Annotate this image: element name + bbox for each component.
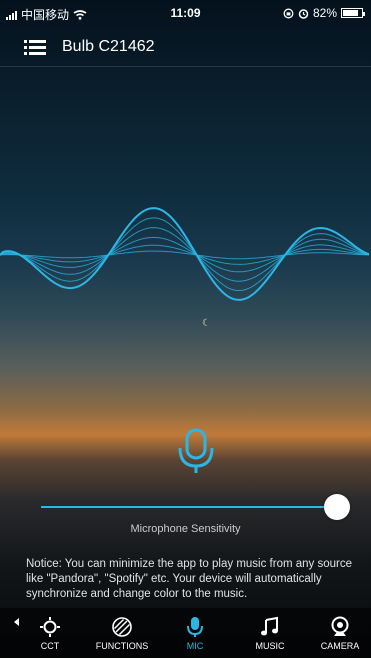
wave-line bbox=[0, 244, 370, 265]
mic-icon bbox=[187, 617, 203, 637]
wave-line bbox=[0, 236, 370, 273]
tab-mic[interactable]: MIC bbox=[162, 616, 228, 651]
tab-music[interactable]: MUSIC bbox=[237, 616, 303, 651]
wave-line bbox=[0, 250, 370, 260]
app-header: Bulb C21462 bbox=[0, 30, 371, 67]
moon-icon: ☾ bbox=[202, 318, 211, 329]
microphone-icon bbox=[178, 428, 214, 473]
tab-label: CCT bbox=[40, 641, 60, 651]
sensitivity-slider-track[interactable] bbox=[41, 506, 337, 508]
notice-text: Notice: You can minimize the app to play… bbox=[26, 558, 352, 600]
status-bar: 中国移动 11:09 82% bbox=[0, 0, 371, 26]
tab-label: CAMERA bbox=[320, 641, 360, 651]
alarm-icon bbox=[298, 8, 309, 19]
wave-line bbox=[0, 207, 370, 301]
sensitivity-slider-thumb[interactable] bbox=[324, 494, 350, 520]
tab-label: MIC bbox=[186, 641, 204, 651]
cct-icon bbox=[40, 617, 60, 637]
tab-camera[interactable]: CAMERA bbox=[307, 616, 371, 651]
menu-icon[interactable] bbox=[24, 39, 46, 57]
music-note-icon bbox=[261, 616, 278, 636]
functions-icon bbox=[112, 617, 132, 637]
battery-icon bbox=[341, 8, 365, 18]
camera-icon bbox=[331, 616, 349, 636]
lock-rotation-icon bbox=[283, 8, 294, 18]
status-right: 82% bbox=[283, 6, 365, 20]
sensitivity-label: Microphone Sensitivity bbox=[130, 523, 241, 535]
bottom-tab-bar: CCT FUNCTIONS MIC MUSIC CAMERA bbox=[0, 608, 371, 658]
mic-screen: 中国移动 11:09 82% Bulb C21462 ☾ Microphone … bbox=[0, 0, 371, 658]
tab-cct[interactable]: CCT bbox=[17, 616, 83, 651]
tab-functions[interactable]: FUNCTIONS bbox=[89, 616, 155, 651]
tab-label: FUNCTIONS bbox=[95, 641, 149, 651]
sound-wave-visualizer bbox=[0, 207, 370, 301]
page-title: Bulb C21462 bbox=[62, 38, 155, 55]
tab-label: MUSIC bbox=[255, 641, 285, 651]
battery-percent: 82% bbox=[312, 6, 337, 20]
